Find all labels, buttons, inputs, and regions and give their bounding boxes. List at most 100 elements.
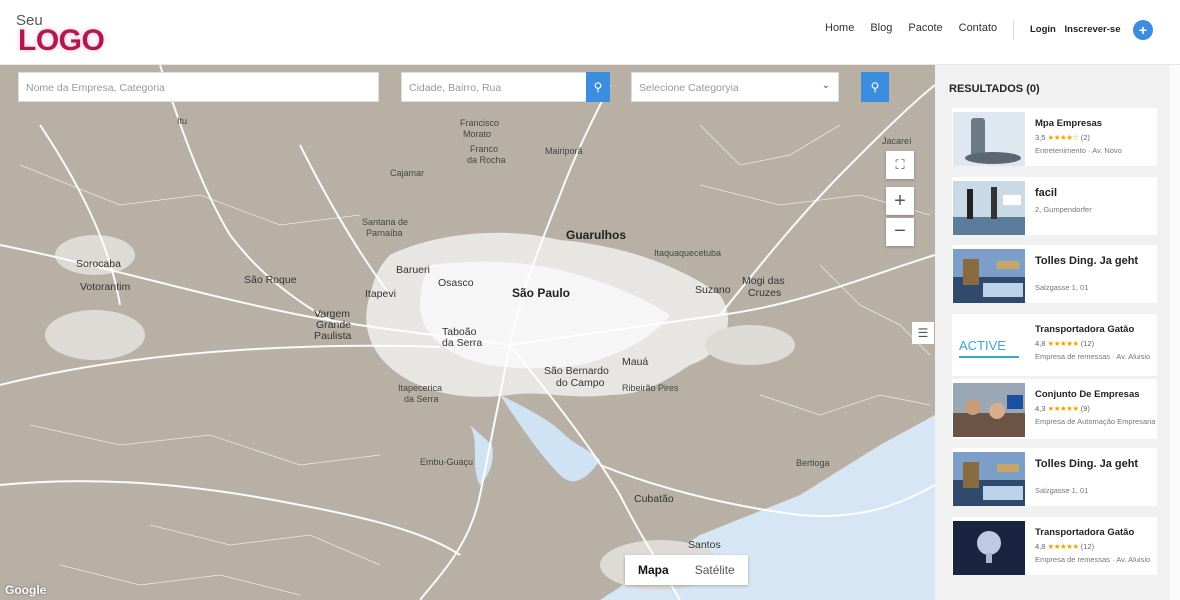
- city-label: Cruzes: [748, 287, 782, 299]
- result-card[interactable]: Mpa Empresas 3,5 ★★★★☆ (2) Entreteniment…: [952, 108, 1157, 166]
- nav-home[interactable]: Home: [825, 22, 854, 34]
- review-count: (9): [1080, 404, 1090, 413]
- result-thumbnail[interactable]: [953, 181, 1025, 235]
- result-subtitle: Empresa de remessas · Av. Aluisio: [1035, 555, 1151, 564]
- locate-button[interactable]: ⚲: [586, 72, 610, 102]
- result-card[interactable]: Transportadora Gatão 4,8 ★★★★★ (12) Empr…: [952, 517, 1157, 575]
- result-rating: 4,8 ★★★★★ (12): [1035, 339, 1094, 348]
- map[interactable]: São Paulo Guarulhos Osasco Barueri Sorocaba V…: [0, 65, 935, 600]
- location-search-input[interactable]: Cidade, Bairro, Rua: [401, 72, 587, 102]
- city-label: Guarulhos: [566, 228, 627, 242]
- map-type-control: Mapa Satélite: [625, 555, 748, 585]
- nav-divider: [1013, 20, 1014, 40]
- star-icons: ★★★★☆: [1047, 133, 1080, 142]
- review-count: (12): [1080, 542, 1095, 551]
- auth-links: Login Inscrever-se: [1030, 24, 1126, 35]
- city-label: Santos: [688, 539, 721, 551]
- result-subtitle: Empresa de remessas · Av. Aluisio: [1035, 352, 1151, 361]
- category-select[interactable]: Selecione Categoryia ⌄: [631, 72, 839, 102]
- minus-icon: −: [894, 220, 906, 242]
- city-label: Mogi das: [742, 275, 785, 287]
- city-label: Votorantim: [80, 281, 131, 293]
- result-name[interactable]: Conjunto De Empresas: [1035, 389, 1153, 401]
- nav-blog[interactable]: Blog: [870, 22, 892, 34]
- city-label: Sorocaba: [76, 258, 121, 270]
- add-listing-button[interactable]: +: [1133, 20, 1153, 40]
- city-label: Itaquaquecetuba: [654, 248, 722, 258]
- logo-main: LOGO: [18, 24, 105, 57]
- result-thumbnail[interactable]: [953, 112, 1025, 166]
- result-thumbnail[interactable]: ACTIVE: [953, 318, 1025, 372]
- city-label: Barueri: [396, 264, 430, 276]
- scrollbar[interactable]: [1168, 65, 1180, 600]
- result-thumbnail[interactable]: [953, 383, 1025, 437]
- result-subtitle: Empresa de Automação Empresarial: [1035, 417, 1155, 426]
- nav-pacote[interactable]: Pacote: [908, 22, 942, 34]
- map-type-satellite[interactable]: Satélite: [682, 555, 748, 585]
- result-name[interactable]: Mpa Empresas: [1035, 118, 1153, 130]
- plus-icon: +: [1138, 22, 1148, 38]
- city-label: Paulista: [314, 330, 352, 342]
- city-label: Mauá: [622, 356, 649, 368]
- rating-value: 3,5: [1035, 133, 1046, 142]
- star-icons: ★★★★★: [1047, 404, 1080, 413]
- rating-value: 4,8: [1035, 542, 1046, 551]
- star-icons: ★★★★★: [1047, 339, 1080, 348]
- result-name[interactable]: Tolles Ding. Ja geht: [1035, 255, 1153, 267]
- signup-link[interactable]: Inscrever-se: [1065, 24, 1121, 35]
- search-button[interactable]: ⚲: [861, 72, 889, 102]
- login-link[interactable]: Login: [1030, 24, 1056, 35]
- map-pin-icon: ⚲: [593, 80, 603, 94]
- company-search-input[interactable]: Nome da Empresa, Categoria: [18, 72, 379, 102]
- city-label: da Serra: [442, 337, 483, 349]
- result-rating: 4,8 ★★★★★ (12): [1035, 542, 1094, 551]
- layers-button[interactable]: ☰: [912, 322, 934, 344]
- result-card[interactable]: facil 2, Gumpendorfer: [952, 177, 1157, 235]
- city-label: Santana de: [362, 217, 409, 227]
- city-label: Itapevi: [365, 288, 396, 300]
- category-select-value: Selecione Categoryia: [639, 82, 739, 94]
- header: Seu LOGO Home Blog Pacote Contato Login …: [0, 0, 1180, 65]
- result-card[interactable]: Tolles Ding. Ja geht Salzgasse 1, 01: [952, 448, 1157, 506]
- result-thumbnail[interactable]: [953, 452, 1025, 506]
- city-label: Jacareí: [882, 136, 912, 146]
- result-card[interactable]: ACTIVE Transportadora Gatão 4,8 ★★★★★ (12…: [952, 314, 1157, 376]
- result-name[interactable]: Transportadora Gatão: [1035, 527, 1153, 539]
- zoom-in-button[interactable]: +: [886, 187, 914, 215]
- city-label: Francisco: [460, 118, 500, 128]
- search-icon: ⚲: [870, 80, 880, 94]
- result-rating: 3,5 ★★★★☆ (2): [1035, 133, 1090, 142]
- result-name[interactable]: Transportadora Gatão: [1035, 324, 1153, 336]
- zoom-out-button[interactable]: −: [886, 218, 914, 246]
- city-label: da Rocha: [467, 155, 506, 165]
- map-type-map[interactable]: Mapa: [625, 555, 682, 585]
- result-thumbnail[interactable]: [953, 249, 1025, 303]
- rating-value: 4,8: [1035, 339, 1046, 348]
- svg-text:ACTIVE: ACTIVE: [959, 338, 1006, 353]
- result-name[interactable]: Tolles Ding. Ja geht: [1035, 458, 1153, 470]
- result-rating: 4,3 ★★★★★ (9): [1035, 404, 1090, 413]
- city-label: São Roque: [244, 274, 297, 286]
- city-label: São Paulo: [512, 286, 571, 300]
- fullscreen-icon: ⛶: [895, 157, 905, 172]
- result-name[interactable]: facil: [1035, 187, 1153, 199]
- menu-icon: ☰: [917, 326, 929, 340]
- results-sidebar: RESULTADOS (0) Mpa Empresas 3,5 ★★★★☆ (2…: [935, 65, 1168, 600]
- rating-value: 4,3: [1035, 404, 1046, 413]
- logo[interactable]: Seu LOGO: [16, 12, 106, 57]
- nav-contato[interactable]: Contato: [959, 22, 998, 34]
- city-label: da Serra: [404, 394, 439, 404]
- result-card[interactable]: Tolles Ding. Ja geht Salzgasse 1, 01: [952, 245, 1157, 303]
- city-label: Osasco: [438, 277, 474, 289]
- city-label: Suzano: [695, 284, 731, 296]
- city-label: São Bernardo: [544, 365, 609, 377]
- chevron-down-icon: ⌄: [821, 80, 830, 91]
- result-card[interactable]: Conjunto De Empresas 4,3 ★★★★★ (9) Empre…: [952, 379, 1157, 439]
- result-thumbnail[interactable]: [953, 521, 1025, 575]
- plus-icon: +: [894, 190, 906, 212]
- city-label: Cubatão: [634, 493, 674, 505]
- city-label: Mairiporã: [545, 146, 583, 156]
- results-title: RESULTADOS (0): [949, 83, 1040, 95]
- fullscreen-button[interactable]: ⛶: [886, 151, 914, 179]
- review-count: (2): [1080, 133, 1090, 142]
